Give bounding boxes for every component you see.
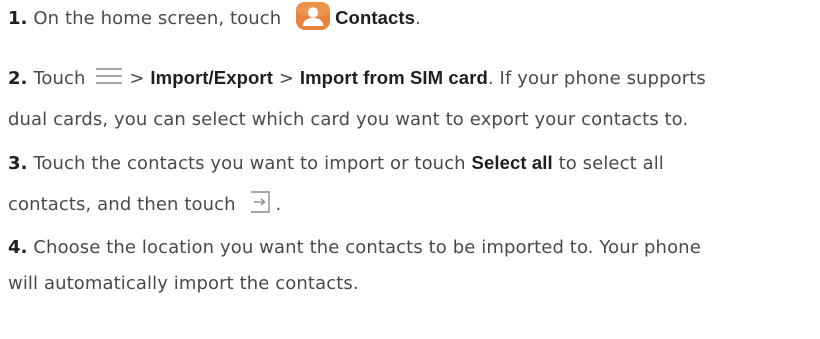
step-number: 2. bbox=[8, 68, 28, 89]
step-3: 3. Touch the contacts you want to import… bbox=[8, 145, 813, 223]
step-text-end: . bbox=[415, 8, 421, 29]
import-export-icon bbox=[251, 191, 271, 213]
step-number: 4. bbox=[8, 237, 28, 258]
menu-icon bbox=[96, 68, 123, 84]
step-text-end: . bbox=[275, 194, 282, 215]
step-text-end: to select all bbox=[558, 153, 664, 174]
step-text: Touch bbox=[33, 68, 86, 89]
separator: > bbox=[278, 68, 295, 89]
step-text: On the home screen, touch bbox=[33, 8, 282, 29]
step-1: 1. On the home screen, touch Contacts. bbox=[8, 0, 813, 36]
step-text: Choose the location you want the contact… bbox=[33, 237, 701, 258]
select-all-label: Select all bbox=[471, 152, 553, 173]
step-text-end: . If your phone supports bbox=[487, 68, 706, 89]
step-2: 2. Touch > Import/Export > Import from S… bbox=[8, 60, 813, 138]
import-export-label: Import/Export bbox=[150, 67, 273, 88]
contacts-label: Contacts bbox=[335, 7, 416, 28]
step-text-line2: will automatically import the contacts. bbox=[8, 273, 359, 294]
contacts-app-icon bbox=[296, 2, 331, 30]
step-4: 4. Choose the location you want the cont… bbox=[8, 230, 813, 302]
step-text: Touch the contacts you want to import or… bbox=[33, 153, 466, 174]
step-text-line2: dual cards, you can select which card yo… bbox=[8, 109, 689, 130]
separator: > bbox=[129, 68, 145, 89]
step-number: 3. bbox=[8, 153, 28, 174]
step-text-line2: contacts, and then touch bbox=[8, 194, 236, 215]
step-number: 1. bbox=[8, 8, 28, 29]
import-from-sim-label: Import from SIM card bbox=[299, 67, 488, 88]
